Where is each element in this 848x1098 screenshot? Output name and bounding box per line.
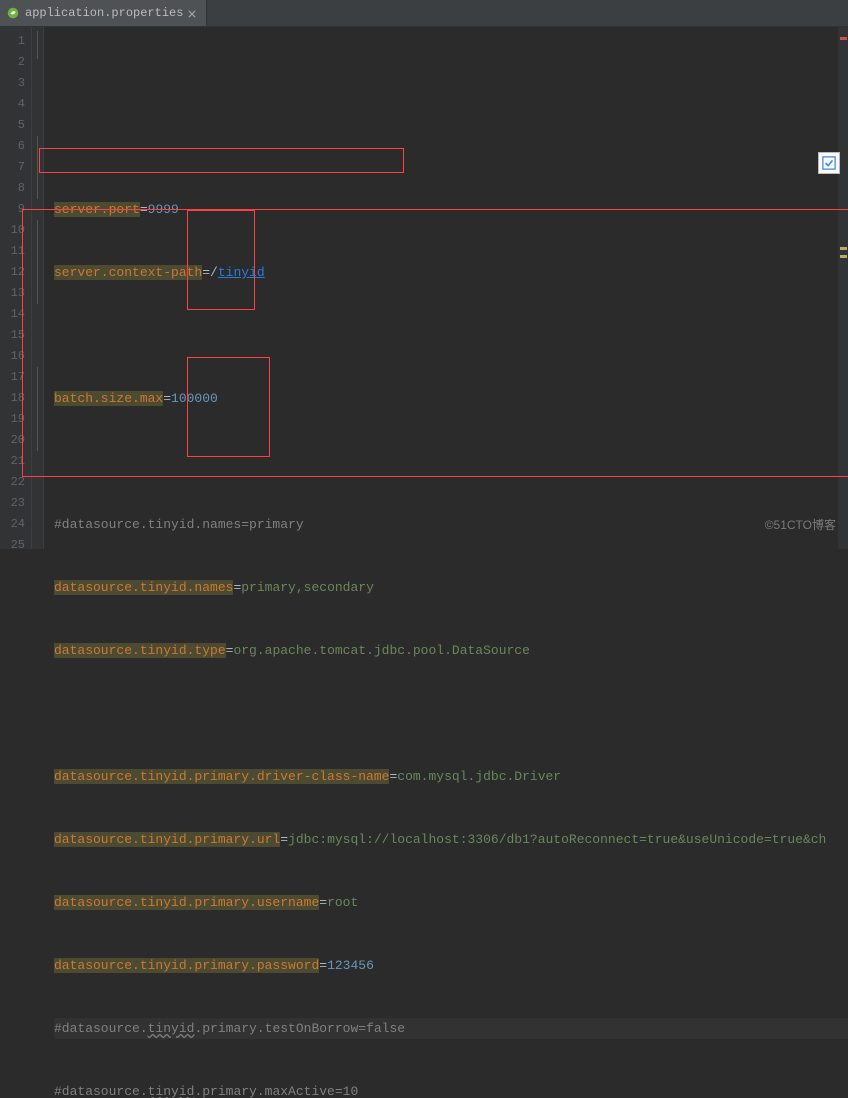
error-stripe[interactable] bbox=[838, 27, 848, 549]
line-number: 21 bbox=[0, 451, 25, 472]
line-number: 22 bbox=[0, 472, 25, 493]
code-line: datasource.tinyid.type=org.apache.tomcat… bbox=[54, 640, 848, 661]
checkbox-overlay[interactable] bbox=[818, 152, 840, 174]
highlight-box bbox=[39, 148, 404, 173]
highlight-box bbox=[187, 210, 255, 310]
warning-marker[interactable] bbox=[840, 247, 847, 250]
line-number: 3 bbox=[0, 73, 25, 94]
tab-bar: application.properties bbox=[0, 0, 848, 27]
line-number: 4 bbox=[0, 94, 25, 115]
line-gutter: 1 2 3 4 5 6 7 8 9 10 11 12 13 14 15 16 1… bbox=[0, 27, 32, 549]
warning-marker[interactable] bbox=[840, 255, 847, 258]
code-line: datasource.tinyid.primary.password=12345… bbox=[54, 955, 848, 976]
code-line: server.port=9999 bbox=[54, 199, 848, 220]
line-number: 25 bbox=[0, 535, 25, 556]
code-line: datasource.tinyid.primary.username=root bbox=[54, 892, 848, 913]
line-number: 16 bbox=[0, 346, 25, 367]
close-icon[interactable] bbox=[188, 8, 198, 18]
code-line: datasource.tinyid.primary.driver-class-n… bbox=[54, 766, 848, 787]
line-number: 10 bbox=[0, 220, 25, 241]
warning-marker[interactable] bbox=[840, 37, 847, 40]
code-editor[interactable]: 1 2 3 4 5 6 7 8 9 10 11 12 13 14 15 16 1… bbox=[0, 27, 848, 549]
code-line bbox=[54, 325, 848, 346]
code-line: datasource.tinyid.primary.url=jdbc:mysql… bbox=[54, 829, 848, 850]
line-number: 15 bbox=[0, 325, 25, 346]
line-number: 23 bbox=[0, 493, 25, 514]
line-number: 20 bbox=[0, 430, 25, 451]
line-number: 24 bbox=[0, 514, 25, 535]
line-number: 13 bbox=[0, 283, 25, 304]
watermark: ©51CTO博客 bbox=[765, 516, 836, 533]
line-number: 19 bbox=[0, 409, 25, 430]
code-line: batch.size.max=100000 bbox=[54, 388, 848, 409]
fold-strip bbox=[32, 27, 44, 549]
line-number: 9 bbox=[0, 199, 25, 220]
line-number: 8 bbox=[0, 178, 25, 199]
code-line: datasource.tinyid.names=primary,secondar… bbox=[54, 577, 848, 598]
line-number: 7 bbox=[0, 157, 25, 178]
line-number: 1 bbox=[0, 31, 25, 52]
line-number: 12 bbox=[0, 262, 25, 283]
line-number: 2 bbox=[0, 52, 25, 73]
file-tab[interactable]: application.properties bbox=[0, 0, 207, 26]
code-line bbox=[54, 703, 848, 724]
code-line: #datasource.tinyid.primary.maxActive=10 bbox=[54, 1081, 848, 1098]
line-number: 6 bbox=[0, 136, 25, 157]
spring-leaf-icon bbox=[6, 6, 20, 20]
code-line bbox=[54, 451, 848, 472]
line-number: 17 bbox=[0, 367, 25, 388]
code-line: #datasource.tinyid.names=primary bbox=[54, 514, 848, 535]
code-line: #datasource.tinyid.primary.testOnBorrow=… bbox=[54, 1018, 848, 1039]
line-number: 11 bbox=[0, 241, 25, 262]
tab-filename: application.properties bbox=[25, 6, 183, 20]
line-number: 14 bbox=[0, 304, 25, 325]
line-number: 18 bbox=[0, 388, 25, 409]
code-line: server.context-path=/tinyid bbox=[54, 262, 848, 283]
code-area[interactable]: server.port=9999 server.context-path=/ti… bbox=[44, 27, 848, 549]
line-number: 5 bbox=[0, 115, 25, 136]
